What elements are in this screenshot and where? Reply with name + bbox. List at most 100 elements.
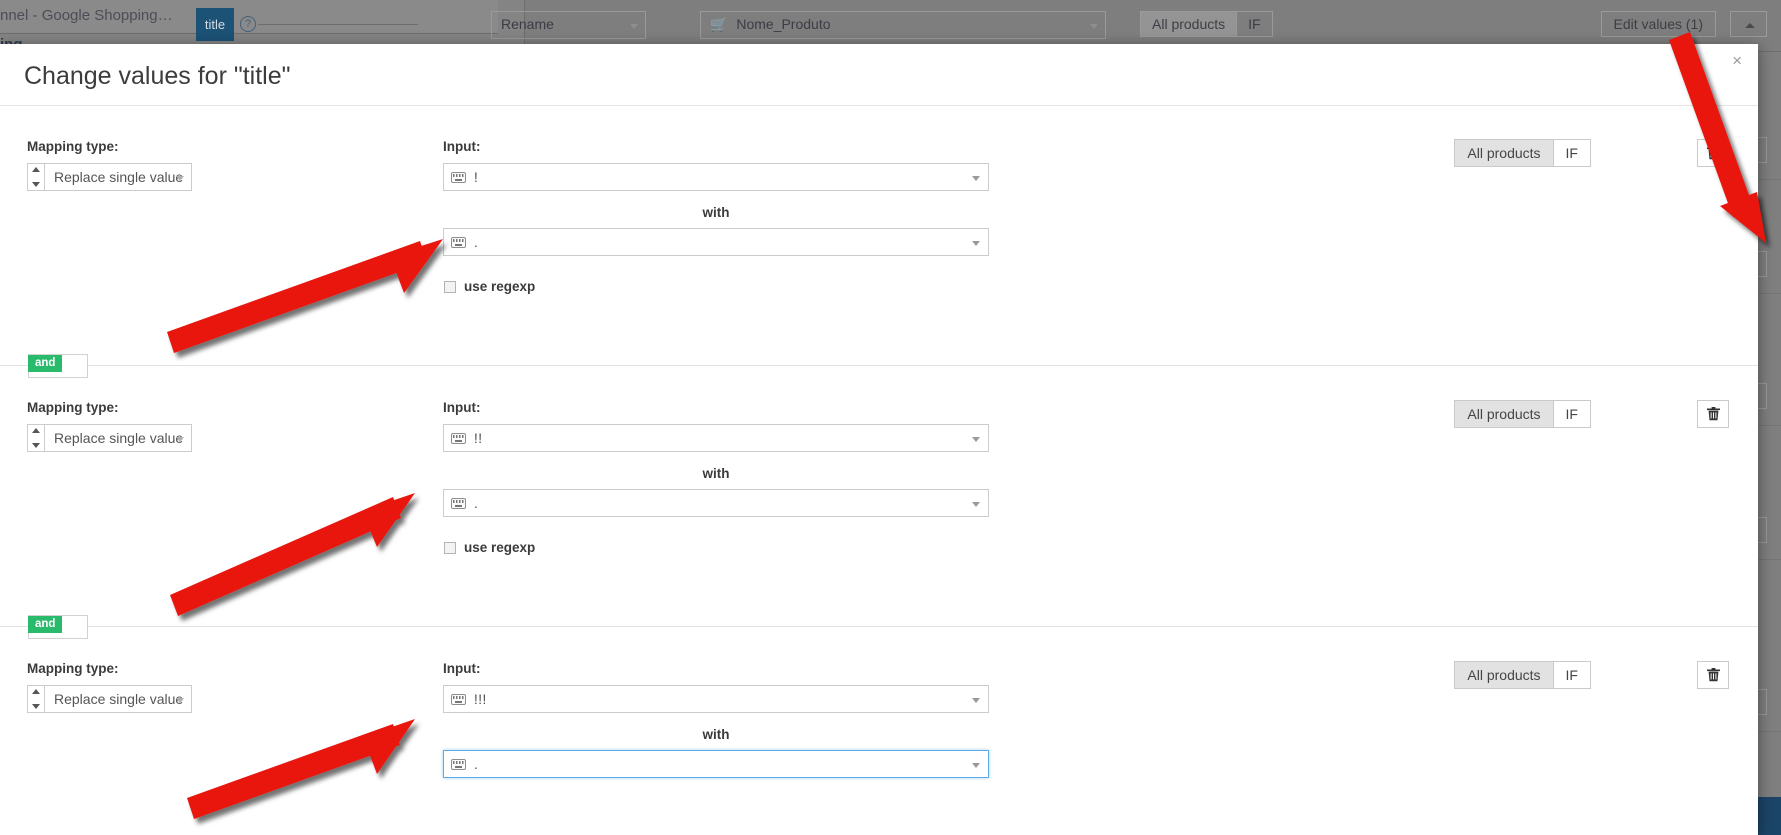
use-regexp-label: use regexp: [464, 279, 536, 294]
mapping-type-label: Mapping type:: [27, 400, 119, 415]
scope-all-products[interactable]: All products: [1141, 12, 1237, 36]
scope-if-button[interactable]: IF: [1552, 401, 1590, 427]
mapping-type-label: Mapping type:: [27, 139, 119, 154]
mapping-row: Mapping type: Replace single value Input…: [0, 367, 1758, 627]
scope-all-products-button[interactable]: All products: [1455, 140, 1553, 166]
delete-mapping-button[interactable]: [1697, 400, 1729, 428]
chevron-up-icon[interactable]: [32, 428, 40, 433]
chevron-down-icon: [1090, 24, 1098, 29]
replacement-value-field[interactable]: .: [443, 489, 989, 517]
collapse-toggle-0[interactable]: [1730, 11, 1767, 37]
mapping-type-stepper[interactable]: [27, 685, 44, 713]
help-icon[interactable]: ?: [240, 16, 256, 32]
use-regexp-row[interactable]: use regexp: [443, 540, 989, 555]
input-value-field[interactable]: !!: [443, 424, 989, 452]
close-icon[interactable]: ×: [1732, 52, 1742, 69]
and-badge: and: [28, 355, 63, 372]
modal-body: Mapping type: Replace single value Input…: [0, 106, 1758, 835]
chevron-down-icon[interactable]: [972, 502, 980, 507]
use-regexp-checkbox[interactable]: [444, 541, 456, 554]
mapping-row: Mapping type: Replace single value Input…: [0, 628, 1758, 835]
use-regexp-row[interactable]: use regexp: [443, 279, 989, 294]
chevron-down-icon[interactable]: [972, 241, 980, 246]
input-label: Input:: [443, 661, 481, 676]
chevron-down-icon: [176, 437, 184, 442]
modal-header: Change values for "title" ×: [0, 44, 1758, 106]
mapping-type-block: Mapping type: Replace single value: [27, 139, 192, 191]
chevron-down-icon[interactable]: [972, 176, 980, 181]
replacement-value: .: [474, 756, 479, 772]
mapping-type-stepper[interactable]: [27, 424, 44, 452]
chevron-up-icon[interactable]: [32, 167, 40, 172]
mapping-type-block: Mapping type: Replace single value: [27, 400, 192, 452]
mapping-type-value: Replace single value: [54, 169, 184, 185]
connector-line: [258, 24, 418, 25]
chevron-down-icon[interactable]: [972, 437, 980, 442]
input-value: !!!: [474, 691, 487, 707]
keyboard-icon: [451, 497, 466, 509]
input-block: Input: ! with . use regexp: [443, 139, 989, 294]
input-value: !!: [474, 430, 483, 446]
keyboard-icon: [451, 758, 466, 770]
trash-icon: [1706, 146, 1720, 160]
and-badge: and: [28, 616, 63, 633]
input-value-field[interactable]: !: [443, 163, 989, 191]
with-label: with: [702, 727, 730, 742]
keyboard-icon: [451, 693, 466, 705]
replacement-value-field[interactable]: .: [443, 228, 989, 256]
replacement-value: .: [474, 495, 479, 511]
mapping-type-select[interactable]: Replace single value: [44, 685, 192, 713]
trash-icon: [1706, 407, 1720, 421]
mapping-type-label: Mapping type:: [27, 661, 119, 676]
mapping-type-select[interactable]: Replace single value: [44, 163, 192, 191]
scope-segment-toolbar[interactable]: All products IF: [1140, 11, 1273, 37]
scope-all-products-button[interactable]: All products: [1455, 401, 1553, 427]
chevron-down-icon: [630, 24, 638, 29]
rename-select[interactable]: Rename: [491, 11, 646, 39]
delete-mapping-button[interactable]: [1697, 661, 1729, 689]
mapping-row: Mapping type: Replace single value Input…: [0, 106, 1758, 366]
chevron-down-icon[interactable]: [972, 698, 980, 703]
mapping-type-stepper[interactable]: [27, 163, 44, 191]
input-block: Input: !! with . use regexp: [443, 400, 989, 555]
mapping-type-select[interactable]: Replace single value: [44, 424, 192, 452]
chevron-down-icon[interactable]: [32, 443, 40, 448]
keyboard-icon: [451, 236, 466, 248]
field-chip-title[interactable]: title: [196, 8, 234, 41]
change-values-modal: Change values for "title" × Mapping type…: [0, 44, 1758, 835]
modal-title: Change values for "title": [24, 62, 291, 90]
target-field-select[interactable]: 🛒 Nome_Produto: [700, 11, 1106, 39]
chevron-down-icon[interactable]: [32, 704, 40, 709]
with-label: with: [702, 466, 730, 481]
replacement-value: .: [474, 234, 479, 250]
scope-if[interactable]: IF: [1236, 12, 1271, 36]
chevron-down-icon[interactable]: [32, 182, 40, 187]
chevron-down-icon: [176, 176, 184, 181]
use-regexp-checkbox[interactable]: [444, 280, 456, 293]
chevron-up-icon[interactable]: [32, 689, 40, 694]
input-label: Input:: [443, 139, 481, 154]
input-label: Input:: [443, 400, 481, 415]
scope-segment[interactable]: All products IF: [1454, 139, 1591, 167]
scope-all-products-button[interactable]: All products: [1455, 662, 1553, 688]
with-label: with: [702, 205, 730, 220]
mapping-type-block: Mapping type: Replace single value: [27, 661, 192, 713]
cart-icon: 🛒: [710, 16, 728, 32]
input-value-field[interactable]: !!!: [443, 685, 989, 713]
input-block: Input: !!! with .: [443, 661, 989, 778]
edit-values-button[interactable]: Edit values (1): [1600, 11, 1716, 37]
input-value: !: [474, 169, 479, 185]
scope-if-button[interactable]: IF: [1552, 662, 1590, 688]
delete-mapping-button[interactable]: [1697, 139, 1729, 167]
replacement-value-field[interactable]: .: [443, 750, 989, 778]
scope-if-button[interactable]: IF: [1552, 140, 1590, 166]
keyboard-icon: [451, 171, 466, 183]
chevron-down-icon: [176, 698, 184, 703]
keyboard-icon: [451, 432, 466, 444]
scope-segment[interactable]: All products IF: [1454, 661, 1591, 689]
scope-segment[interactable]: All products IF: [1454, 400, 1591, 428]
rename-select-label: Rename: [501, 16, 554, 32]
chevron-down-icon[interactable]: [972, 763, 980, 768]
mapping-type-value: Replace single value: [54, 691, 184, 707]
target-field-label: Nome_Produto: [736, 16, 831, 32]
